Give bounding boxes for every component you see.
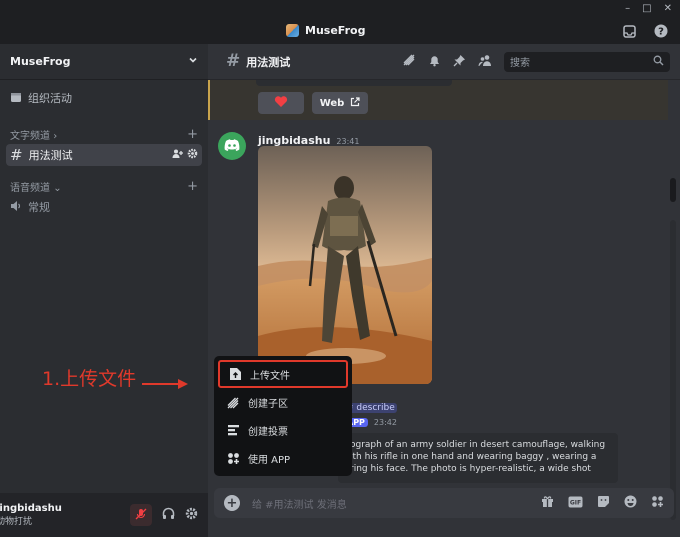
maximize-button[interactable]: □ [642, 3, 651, 14]
discord-logo-icon [224, 138, 240, 154]
app-icon [226, 451, 240, 465]
voice-channel-label: 常规 [28, 201, 50, 214]
hash-icon: # [226, 51, 241, 71]
mic-muted-icon [135, 508, 147, 523]
search-icon [653, 55, 664, 69]
gear-icon[interactable] [187, 148, 198, 162]
scrollbar-thumb[interactable] [670, 178, 676, 202]
menu-item-label: 使用 APP [248, 454, 291, 466]
channel-header: # 用法测试 搜索 [208, 44, 680, 80]
window-controls: – □ ✕ [625, 3, 672, 14]
help-icon[interactable]: ? [654, 24, 668, 38]
heart-reaction-button[interactable] [258, 92, 304, 114]
thread-icon [226, 395, 240, 409]
svg-text:?: ? [658, 27, 664, 38]
menu-item-label: 创建子区 [248, 398, 288, 410]
apps-icon[interactable] [651, 495, 664, 511]
channel-label: 用法测试 [28, 149, 73, 162]
add-voice-channel-icon[interactable]: + [187, 179, 198, 194]
mute-mic-button[interactable] [130, 504, 152, 526]
attach-plus-button[interactable]: + [224, 495, 240, 511]
app-title-text: MuseFrog [305, 24, 366, 37]
menu-item-create-thread[interactable]: 创建子区 [218, 388, 348, 416]
external-link-icon [350, 96, 360, 110]
menu-item-use-app[interactable]: 使用 APP [218, 444, 348, 472]
voice-channel-category[interactable]: 语音频道 ⌄ + [0, 176, 208, 196]
events-row[interactable]: 组织活动 [0, 86, 208, 110]
search-placeholder: 搜索 [510, 58, 530, 69]
poll-icon [226, 423, 240, 437]
gift-icon[interactable] [541, 495, 554, 511]
user-settings-gear-icon[interactable] [185, 507, 198, 523]
web-label: Web [319, 97, 345, 109]
text-channel-category[interactable]: 文字频道 › + [0, 124, 208, 144]
menu-item-create-poll[interactable]: 创建投票 [218, 416, 348, 444]
attach-menu: 上传文件 创建子区 创建投票 使用 APP [214, 356, 352, 476]
message-image[interactable] [258, 146, 432, 384]
message-timestamp: 23:41 [336, 137, 360, 146]
invite-icon[interactable] [172, 148, 183, 162]
hash-icon: # [10, 145, 23, 164]
bell-icon[interactable] [428, 54, 441, 70]
user-panel: jingbidashu 动物打扰 [0, 493, 208, 537]
headphones-icon[interactable] [162, 507, 175, 523]
previous-message-buttons-strip [256, 80, 452, 86]
user-name: jingbidashu [0, 503, 62, 514]
chevron-down-small-icon: ⌄ [53, 182, 62, 194]
arrow-right-icon [140, 373, 189, 389]
events-label: 组织活动 [28, 92, 72, 105]
chevron-right-icon: › [53, 130, 58, 142]
heart-icon [274, 95, 288, 111]
composer-placeholder: 给 #用法测试 发消息 [252, 499, 347, 511]
search-input[interactable]: 搜索 [504, 51, 670, 72]
menu-item-label: 上传文件 [250, 370, 290, 382]
scrollbar-track[interactable] [670, 220, 676, 520]
threads-icon[interactable] [402, 53, 416, 70]
embed-line: ograph of an army soldier in desert camo… [350, 440, 606, 450]
upload-file-icon [228, 367, 242, 381]
app-logo-icon [286, 24, 299, 37]
app-title: MuseFrog [286, 24, 365, 37]
speaker-icon [10, 200, 22, 215]
user-status: 动物打扰 [0, 517, 33, 527]
add-channel-icon[interactable]: + [187, 127, 198, 142]
annotation-text: 1.上传文件 [42, 368, 137, 390]
embed-line: ith his rifle in one hand and wearing ba… [350, 452, 597, 462]
menu-item-upload-file[interactable]: 上传文件 [218, 360, 348, 388]
emoji-icon[interactable] [624, 495, 637, 511]
describe-embed: ograph of an army soldier in desert camo… [338, 433, 618, 483]
members-icon[interactable] [478, 54, 492, 70]
text-category-label: 文字频道 [10, 130, 50, 142]
menu-item-label: 创建投票 [248, 426, 288, 438]
tutorial-annotation: 1.上传文件 [42, 364, 189, 391]
close-button[interactable]: ✕ [664, 3, 672, 14]
sidebar-item-yongfa-ceshi[interactable]: # 用法测试 [6, 144, 202, 166]
sidebar-item-voice-general[interactable]: 常规 [6, 196, 202, 218]
previous-message: Web [208, 80, 668, 120]
sticker-icon[interactable] [597, 495, 610, 511]
gif-icon[interactable]: GIF [568, 496, 583, 511]
embed-line: ring his face. The photo is hyper-realis… [350, 464, 591, 474]
inbox-icon[interactable] [622, 24, 636, 38]
svg-text:GIF: GIF [570, 499, 581, 506]
user-info[interactable]: jingbidashu 动物打扰 [0, 503, 62, 527]
voice-category-label: 语音频道 [10, 182, 50, 194]
title-bar-actions: ? [622, 24, 668, 38]
web-link-button[interactable]: Web [312, 92, 368, 114]
app-reply-timestamp: 23:42 [373, 418, 397, 427]
calendar-icon [10, 91, 22, 106]
pin-icon[interactable] [453, 54, 466, 70]
message-composer[interactable]: + 给 #用法测试 发消息 GIF [214, 488, 674, 518]
minimize-button[interactable]: – [625, 3, 630, 14]
channel-sidebar: MuseFrog 组织活动 文字频道 › + # 用法测试 语音频道 ⌄ + 常… [0, 44, 208, 537]
chevron-down-icon [188, 55, 198, 68]
server-name: MuseFrog [10, 55, 71, 68]
avatar[interactable] [218, 132, 246, 160]
channel-title: 用法测试 [246, 55, 291, 69]
title-bar: – □ ✕ MuseFrog ? [0, 0, 680, 44]
server-header[interactable]: MuseFrog [0, 44, 208, 80]
